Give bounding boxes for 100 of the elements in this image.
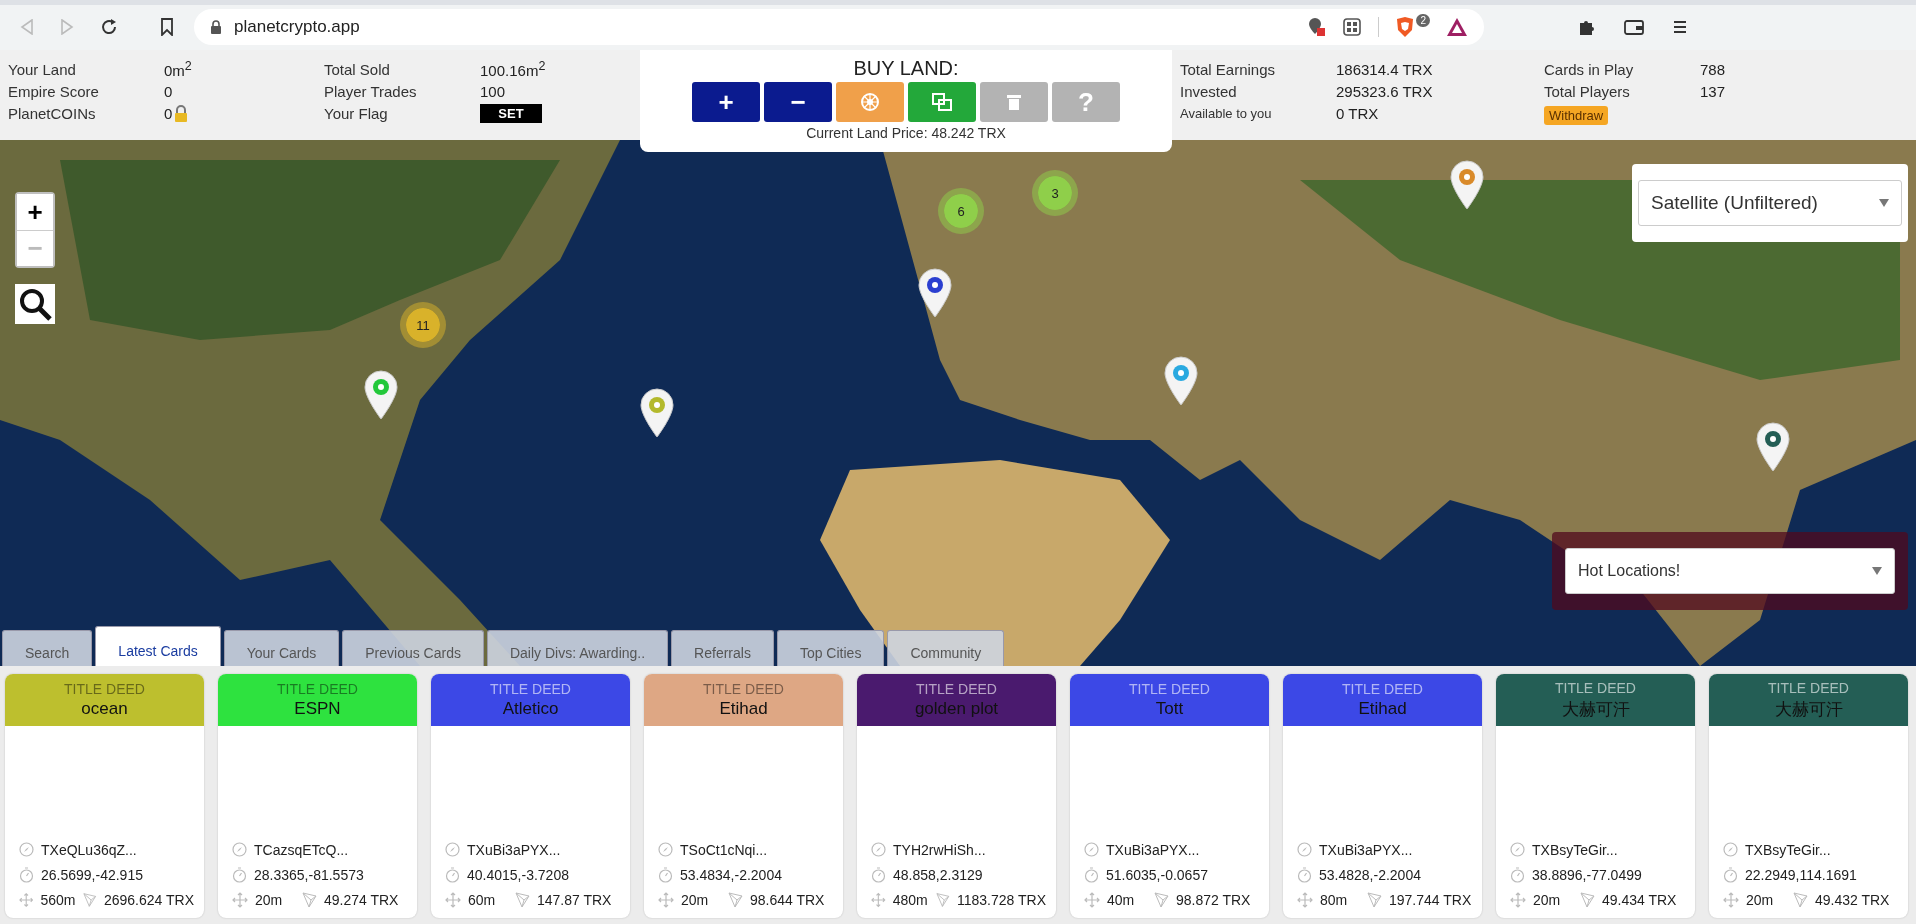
land-size-text: 20m — [1533, 891, 1562, 908]
land-size-text: 60m — [468, 891, 497, 908]
coordinates-text: 28.3365,-81.5573 — [254, 866, 364, 883]
title-deed-card[interactable]: TITLE DEED Etihad TXuBi3aPYX... 53.4828,-2.2004 80m 197.744 TRX — [1283, 674, 1482, 918]
coordinates-text: 53.4828,-2.2004 — [1319, 866, 1421, 883]
title-deed-card[interactable]: TITLE DEED 大赫可汗 TXBsyTeGir... 22.2949,114.1691 20m 49.432 TRX — [1709, 674, 1908, 918]
grid-icon[interactable] — [1342, 16, 1363, 37]
map-pin-icon[interactable] — [918, 268, 952, 318]
compass-icon — [19, 842, 34, 857]
layer-select[interactable]: Satellite (Unfiltered) — [1638, 180, 1902, 226]
compass-icon — [1723, 842, 1738, 857]
coordinates-text: 48.858,2.3129 — [893, 866, 983, 883]
compass-icon — [1084, 842, 1099, 857]
owner-address: TXuBi3aPYX... — [1106, 841, 1200, 858]
stat-label: Available to you — [1180, 105, 1273, 121]
card-title: golden plot — [914, 699, 999, 719]
lock-icon — [210, 19, 222, 34]
tab[interactable]: Previous Cards — [342, 630, 484, 666]
menu-icon[interactable] — [1672, 18, 1688, 35]
stat-label: Player Trades — [324, 82, 418, 100]
move-arrows-icon — [658, 891, 674, 908]
tab[interactable]: Community — [887, 630, 1005, 666]
card-type-label: TITLE DEED — [1129, 681, 1210, 697]
triangle-logo-icon[interactable] — [1446, 16, 1468, 37]
address-bar[interactable]: planetcrypto.app 2 — [194, 8, 1484, 45]
compass-icon — [871, 842, 886, 857]
location-blocked-icon[interactable] — [1308, 16, 1327, 37]
tron-triangle-icon — [936, 891, 950, 908]
set-flag-button[interactable]: SET — [480, 103, 542, 123]
stopwatch-icon — [1297, 866, 1312, 883]
coordinates-text: 53.4834,-2.2004 — [680, 866, 782, 883]
price-text: 49.274 TRX — [324, 891, 399, 908]
withdraw-button[interactable]: Withdraw — [1544, 105, 1609, 125]
owner-address: TSoCt1cNqi... — [680, 841, 768, 858]
search-icon[interactable] — [15, 284, 55, 324]
price-text: 147.87 TRX — [537, 891, 612, 908]
title-deed-card[interactable]: TITLE DEED golden plot TYH2rwHiSh... 48.858,2.3129 480m 1183.728 TRX — [857, 674, 1056, 918]
stat-label: Total Sold — [324, 60, 391, 78]
move-arrows-icon — [1510, 891, 1526, 908]
coordinates-text: 38.8896,-77.0499 — [1532, 866, 1642, 883]
lion-shield-icon[interactable] — [1395, 15, 1416, 38]
title-deed-card[interactable]: TITLE DEED Atletico TXuBi3aPYX... 40.4015,-3.7208 60m 147.87 TRX — [431, 674, 630, 918]
card-title: Etihad — [719, 699, 768, 719]
title-deed-card[interactable]: TITLE DEED ocean TXeQLu36qZ... 26.5699,-42.915 560m 2696.624 TRX — [5, 674, 204, 918]
title-deed-card[interactable]: TITLE DEED Etihad TSoCt1cNqi... 53.4834,-2.2004 20m 98.644 TRX — [644, 674, 843, 918]
land-size-text: 20m — [1746, 891, 1775, 908]
reload-icon[interactable] — [100, 17, 118, 36]
land-price-text: Current Land Price: 48.242 TRX — [806, 125, 1006, 141]
stopwatch-icon — [445, 866, 460, 883]
stopwatch-icon — [658, 866, 673, 883]
move-arrows-icon — [232, 891, 248, 908]
tron-triangle-icon — [1580, 891, 1595, 908]
owner-address: TXuBi3aPYX... — [467, 841, 561, 858]
owner-address: TCazsqETcQ... — [254, 841, 349, 858]
stat-value: 0m$^{2}$ — [164, 59, 192, 79]
stat-value: 0 — [164, 104, 173, 122]
card-type-label: TITLE DEED — [1768, 679, 1849, 696]
card-title: 大赫可汗 — [1774, 698, 1843, 721]
card-type-label: TITLE DEED — [916, 681, 997, 697]
card-type-label: TITLE DEED — [277, 681, 358, 697]
map-pin-icon[interactable] — [640, 388, 674, 438]
buy-tool-button[interactable]: + — [692, 82, 760, 122]
title-deed-card[interactable]: TITLE DEED ESPN TCazsqETcQ... 28.3365,-81.5573 20m 49.274 TRX — [218, 674, 417, 918]
owner-address: TYH2rwHiSh... — [893, 841, 986, 858]
move-arrows-icon — [19, 891, 34, 908]
tab[interactable]: Top Cities — [776, 630, 885, 666]
shield-count-badge: 2 — [1416, 14, 1430, 27]
land-size-text: 20m — [255, 891, 284, 908]
owner-address: TXBsyTeGir... — [1532, 841, 1618, 858]
land-size-text: 20m — [681, 891, 710, 908]
stat-label: PlanetCOINs — [8, 104, 97, 122]
hot-locations-select[interactable]: Hot Locations! — [1565, 548, 1895, 594]
bookmark-icon[interactable] — [160, 17, 174, 36]
title-deed-card[interactable]: TITLE DEED Tott TXuBi3aPYX... 51.6035,-0.0657 40m 98.872 TRX — [1070, 674, 1269, 918]
price-text: 98.644 TRX — [750, 891, 825, 908]
padlock-icon — [174, 104, 189, 122]
buy-tool-button[interactable]: − — [764, 82, 832, 122]
card-type-label: TITLE DEED — [64, 681, 145, 697]
tab[interactable]: Search — [2, 630, 93, 666]
price-text: 49.432 TRX — [1815, 891, 1890, 908]
map-pin-icon[interactable] — [1756, 422, 1790, 472]
card-title: ocean — [81, 699, 128, 719]
stat-label: Invested — [1180, 82, 1238, 100]
stat-value: 137 — [1700, 82, 1726, 100]
buy-tool-button[interactable] — [908, 82, 976, 122]
move-arrows-icon — [445, 891, 461, 908]
tab[interactable]: Daily Divs: Awarding.. — [486, 630, 669, 666]
stopwatch-icon — [1084, 866, 1099, 883]
move-arrows-icon — [1084, 891, 1100, 908]
tab[interactable]: Latest Cards — [95, 626, 221, 666]
tab[interactable]: Referrals — [671, 630, 774, 666]
stat-value: 0 — [164, 82, 173, 100]
wallet-icon[interactable] — [1624, 18, 1644, 35]
map-pin-icon[interactable] — [1450, 160, 1484, 210]
stat-value: 100.16m$^{2}$ — [480, 59, 546, 79]
title-deed-card[interactable]: TITLE DEED 大赫可汗 TXBsyTeGir... 38.8896,-77.0499 20m 49.434 TRX — [1496, 674, 1695, 918]
tron-triangle-icon — [1154, 891, 1169, 908]
tab[interactable]: Your Cards — [223, 630, 340, 666]
card-title: Tott — [1155, 699, 1184, 719]
card-title: Etihad — [1358, 699, 1407, 719]
